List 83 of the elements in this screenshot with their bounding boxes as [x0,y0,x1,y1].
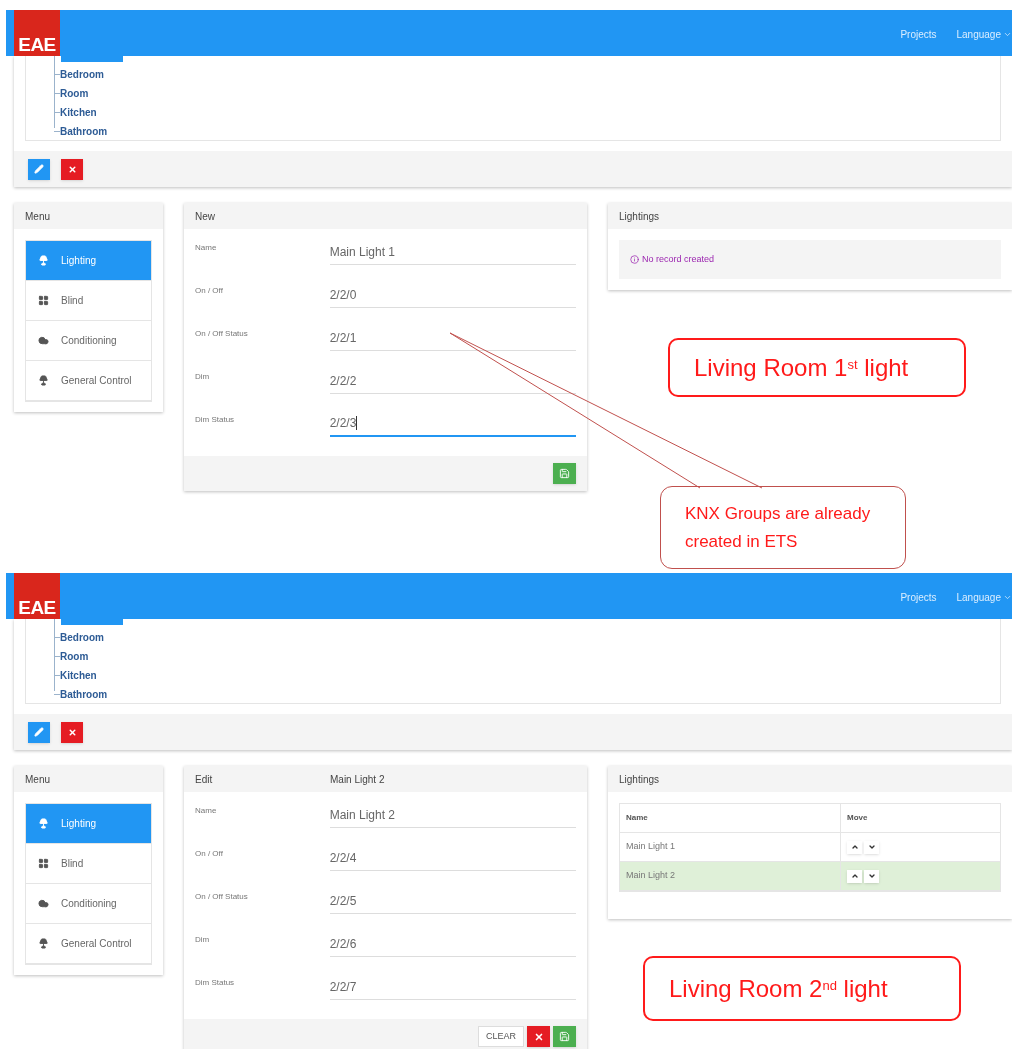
card-title: Menu [25,772,50,787]
chevron-up-icon [850,872,859,880]
lamp-icon [38,938,49,949]
lamp-icon [38,375,49,386]
input-field[interactable]: 2/2/0 [329,282,576,308]
input-field[interactable]: 2/2/2 [329,368,576,394]
card-subtitle: Main Light 2 [330,772,385,787]
table-cell: Main Light 1 [626,840,676,854]
tree-item[interactable]: Room [60,86,89,101]
card-title: Lightings [619,209,660,224]
delete-button[interactable] [61,721,83,743]
save-icon [559,1031,570,1042]
tree-item[interactable]: Kitchen [60,105,97,120]
card-title: Menu [25,209,50,224]
card-title: Lightings [619,772,660,787]
field-label: Dim [195,371,211,383]
chevron-up-icon [850,843,859,851]
tree-item[interactable]: Bathroom [60,687,108,702]
table-row[interactable]: Main Light 1 [620,833,1000,862]
column-header: Name [620,804,841,832]
callout-text: Living Room 2$^{nd}$ light [669,973,888,1004]
input-field[interactable]: 2/2/1 [329,325,576,351]
caret-icon [1003,30,1012,39]
callout-text: KNX Groups are already created in ETS [685,502,872,553]
tree-item[interactable]: Bedroom [60,630,104,645]
field-label: On / Off [195,285,224,297]
lamp-icon [38,818,49,829]
clear-button[interactable]: CLEAR [478,1026,524,1047]
table-cell: Main Light 2 [626,869,676,883]
input-field[interactable]: 2/2/5 [329,888,576,914]
pencil-icon [34,727,44,737]
field-label: Name [195,242,218,254]
save-button[interactable] [553,463,576,484]
edit-button[interactable] [28,721,50,743]
field-label: Name [195,805,218,817]
delete-button[interactable] [527,1026,550,1047]
save-icon [559,468,570,479]
card-title: New [195,209,216,224]
column-header: Move [846,812,869,824]
grid-icon [38,295,49,306]
move-down-button[interactable] [864,869,879,883]
table-row[interactable]: Main Light 2 [620,862,1000,891]
field-label: On / Off Status [195,328,249,340]
move-up-button[interactable] [847,840,862,854]
input-field[interactable]: 2/2/4 [329,845,576,871]
caret-icon [1003,593,1012,602]
logo: EAE [14,10,60,56]
field-label: On / Off [195,848,224,860]
move-down-button[interactable] [864,840,879,854]
chevron-down-icon [867,872,876,880]
menu-item[interactable]: Lighting [26,804,151,844]
cloud-icon [38,898,49,909]
close-icon [67,164,77,174]
logo: EAE [14,573,60,619]
field-label: Dim Status [195,414,236,426]
input-field[interactable]: Main Light 1 [329,239,576,265]
pencil-icon [34,164,44,174]
field-label: Dim [195,934,211,946]
field-label: On / Off Status [195,891,249,903]
callout-text: Living Room 1$^{st}$ light [694,352,909,383]
tree-item[interactable]: Bathroom [60,124,108,139]
menu-item[interactable]: Lighting [26,241,151,281]
lamp-icon [38,255,49,266]
save-button[interactable] [553,1026,576,1047]
card-title: Edit [195,772,214,787]
delete-button[interactable] [61,158,83,180]
cloud-icon [38,335,49,346]
tree-item[interactable]: Kitchen [60,668,97,683]
alert-text: No record created [642,252,715,266]
field-label: Dim Status [195,977,236,989]
info-icon [630,255,639,264]
close-icon [67,727,77,737]
close-icon [533,1031,544,1042]
move-up-button[interactable] [847,869,862,883]
input-field[interactable]: Main Light 2 [329,802,576,828]
chevron-down-icon [867,843,876,851]
input-field[interactable]: 2/2/7 [329,974,576,1000]
grid-icon [38,858,49,869]
tree-item[interactable]: Room [60,649,89,664]
input-field[interactable]: 2/2/3 [329,411,576,437]
input-field[interactable]: 2/2/6 [329,931,576,957]
edit-button[interactable] [28,158,50,180]
tree-item[interactable]: Bedroom [60,67,104,82]
